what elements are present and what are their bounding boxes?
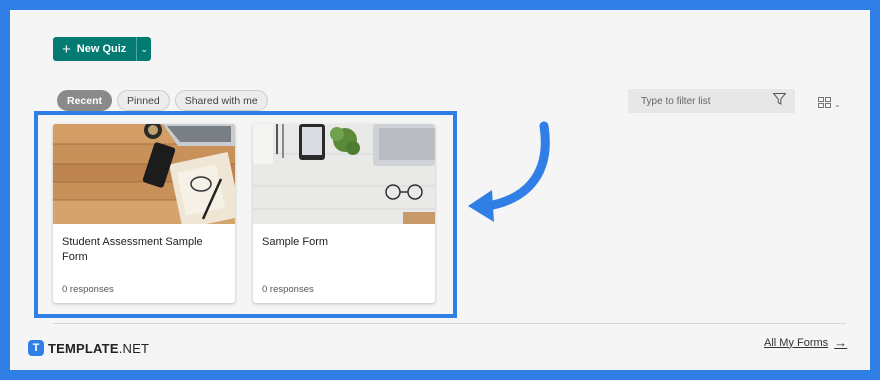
tab-shared-with-me[interactable]: Shared with me bbox=[174, 90, 268, 111]
filter-input[interactable] bbox=[641, 95, 761, 107]
form-list-tabs: Recent Pinned Shared with me bbox=[57, 90, 268, 111]
form-card-title: Student Assessment Sample Form bbox=[62, 236, 203, 263]
filter-box bbox=[628, 89, 795, 113]
chevron-down-icon: ⌄ bbox=[834, 99, 841, 109]
all-my-forms-link[interactable]: All My Forms → bbox=[764, 335, 847, 350]
tab-recent[interactable]: Recent bbox=[57, 90, 113, 111]
curved-arrow-icon bbox=[462, 118, 558, 233]
template-net-logo: T TEMPLATE.NET bbox=[28, 340, 149, 356]
all-my-forms-label: All My Forms bbox=[764, 336, 829, 349]
form-card-title: Sample Form bbox=[262, 236, 329, 248]
logo-brand-bold: TEMPLATE bbox=[48, 340, 119, 356]
chevron-down-icon: ⌄ bbox=[140, 43, 149, 54]
grid-view-icon bbox=[818, 95, 831, 113]
new-quiz-dropdown-button[interactable]: ⌄ bbox=[136, 37, 152, 61]
form-card[interactable]: Student Assessment Sample Form 0 respons… bbox=[53, 124, 235, 303]
plus-icon: + bbox=[62, 40, 71, 58]
form-card-responses: 0 responses bbox=[262, 284, 314, 295]
footer-divider bbox=[53, 323, 846, 324]
logo-brand-suffix: .NET bbox=[118, 340, 150, 356]
form-card-responses: 0 responses bbox=[62, 284, 114, 295]
form-card-thumbnail bbox=[53, 124, 235, 224]
new-quiz-label: New Quiz bbox=[76, 43, 127, 55]
arrow-right-icon: → bbox=[834, 335, 848, 350]
new-quiz-button[interactable]: + New Quiz bbox=[53, 37, 137, 61]
view-toggle-button[interactable]: ⌄ bbox=[818, 95, 841, 113]
filter-icon[interactable] bbox=[772, 92, 787, 110]
new-quiz-split-button: + New Quiz ⌄ bbox=[53, 37, 152, 61]
form-card-thumbnail bbox=[253, 124, 435, 224]
logo-badge: T bbox=[28, 340, 44, 356]
tab-pinned[interactable]: Pinned bbox=[117, 90, 170, 111]
form-card[interactable]: Sample Form 0 responses bbox=[253, 124, 435, 303]
